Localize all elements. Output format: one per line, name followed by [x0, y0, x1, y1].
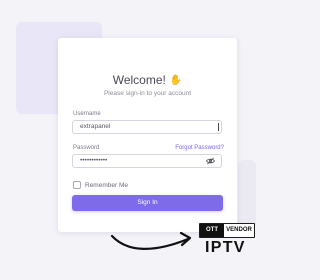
sign-in-button[interactable]: Sign In [72, 195, 223, 211]
subtitle: Please sign-in to your account [103, 90, 192, 97]
waving-hand-icon: ✋ [169, 75, 183, 86]
title-row: Welcome! ✋ [58, 73, 237, 87]
username-label: Username [73, 111, 101, 117]
logo-ott-text: OTT [200, 224, 224, 237]
background-decoration-strip [238, 160, 256, 230]
page-title: Welcome! [112, 73, 166, 87]
ott-vendor-logo: OTT VENDOR [199, 223, 255, 238]
logo-vendor-text: VENDOR [226, 227, 252, 233]
curved-arrow-icon [110, 231, 192, 250]
username-value: extrapanel [80, 123, 111, 130]
remember-me-row[interactable]: Remember Me [73, 180, 128, 190]
eye-off-icon[interactable] [206, 157, 215, 165]
remember-me-checkbox[interactable] [73, 181, 81, 189]
password-label: Password [73, 145, 100, 151]
password-value: •••••••••••• [80, 157, 108, 164]
login-page: { "login": { "title": "Welcome!", "title… [0, 0, 280, 280]
password-input[interactable]: •••••••••••• [72, 154, 222, 168]
text-cursor [218, 123, 219, 131]
login-card: Welcome! ✋ Please sign-in to your account… [58, 38, 237, 232]
iptv-logo-text: IPTV [205, 239, 246, 256]
remember-me-label: Remember Me [85, 181, 128, 189]
forgot-password-link[interactable]: Forgot Password? [175, 145, 224, 151]
username-input[interactable]: extrapanel [72, 120, 222, 134]
